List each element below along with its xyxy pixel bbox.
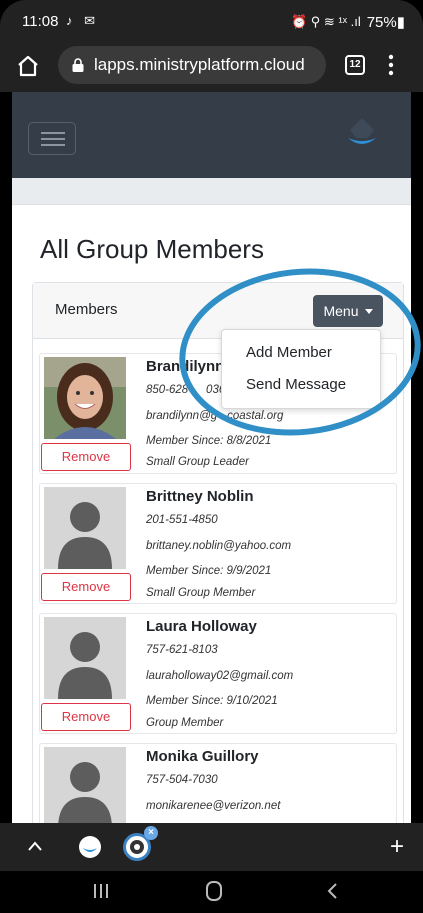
member-role: Small Group Leader <box>146 456 249 468</box>
home-icon[interactable] <box>16 54 40 78</box>
member-phone: 757-621-8103 <box>146 644 218 656</box>
member-card: Remove Laura Holloway 757-621-8103 laura… <box>39 613 397 734</box>
card-title: Members <box>55 301 118 318</box>
member-photo <box>44 747 126 823</box>
close-tab-icon[interactable]: × <box>144 826 158 840</box>
system-nav-bar <box>0 871 423 913</box>
add-member-menu-item[interactable]: Add Member <box>246 344 332 361</box>
avatar-placeholder-icon <box>44 747 126 823</box>
page-title: All Group Members <box>40 234 264 264</box>
more-options-icon[interactable] <box>388 54 394 76</box>
member-name: Laura Holloway <box>146 618 257 635</box>
member-card: Monika Guillory 757-504-7030 monikarenee… <box>39 743 397 823</box>
member-phone: 201-551-4850 <box>146 514 218 526</box>
member-photo <box>44 617 126 699</box>
member-email-end: coastal.org <box>227 410 284 422</box>
member-since: Member Since: 9/10/2021 <box>146 695 278 707</box>
tab-switcher-button[interactable]: 12 <box>345 55 365 75</box>
member-role: Group Member <box>146 717 224 729</box>
member-since: Member Since: 8/8/2021 <box>146 435 272 447</box>
brand-logo-icon <box>348 118 376 144</box>
member-card: Remove Brittney Noblin 201-551-4850 brit… <box>39 483 397 604</box>
new-tab-icon[interactable]: + <box>390 833 404 861</box>
member-email: brandilynn@g coastal.org <box>146 410 283 422</box>
member-name: Monika Guillory <box>146 748 259 765</box>
chevron-up-icon[interactable] <box>28 841 42 851</box>
system-status-icons: ⏰ ⚲ ≋ ¹ˣ .ıl <box>290 14 361 29</box>
member-email: monikarenee@verizon.net <box>146 800 281 812</box>
avatar-placeholder-icon <box>44 487 126 569</box>
browser-tab-strip: × + <box>0 823 423 871</box>
site-favicon-icon <box>130 840 144 854</box>
breadcrumb-strip <box>12 178 411 205</box>
tab-thumbnail[interactable] <box>79 836 101 858</box>
member-photo <box>44 487 126 569</box>
member-photo-image <box>44 357 126 439</box>
back-nav-icon[interactable] <box>326 882 338 900</box>
caret-down-icon <box>364 308 373 314</box>
notification-icons: ♪ ✉ <box>66 13 100 28</box>
status-right-group: ⏰ ⚲ ≋ ¹ˣ .ıl 75%▮ <box>291 13 405 31</box>
member-since: Member Since: 9/9/2021 <box>146 565 272 577</box>
member-phone: 757-504-7030 <box>146 774 218 786</box>
member-name: Brittney Noblin <box>146 488 254 505</box>
url-text: lapps.ministryplatform.cloud <box>94 55 305 74</box>
menu-dropdown-button[interactable]: Menu <box>313 295 383 327</box>
member-phone: 850-628- 036 <box>146 384 225 396</box>
hamburger-line <box>41 138 65 140</box>
recent-apps-icon[interactable] <box>92 883 110 899</box>
member-phone-start: 850-628- <box>146 384 193 396</box>
remove-button[interactable]: Remove <box>41 573 131 601</box>
hamburger-line <box>41 132 65 134</box>
battery-level: 75%▮ <box>366 14 405 31</box>
member-email-start: brandilynn@g <box>146 410 218 422</box>
lock-icon <box>72 58 84 72</box>
main-content: All Group Members Members Menu Remove Br… <box>12 178 411 823</box>
phone-screen: 11:08 ♪ ✉ ⏰ ⚲ ≋ ¹ˣ .ıl 75%▮ lapps.minist… <box>0 0 423 913</box>
site-navbar <box>12 92 411 178</box>
menu-button-label: Menu <box>323 303 359 319</box>
member-photo <box>44 357 126 439</box>
menu-dropdown: Add Member Send Message <box>221 329 381 409</box>
member-email: brittaney.noblin@yahoo.com <box>146 540 292 552</box>
status-time: 11:08 <box>22 13 59 30</box>
hamburger-line <box>41 144 65 146</box>
member-role: Small Group Member <box>146 587 256 599</box>
hamburger-menu-button[interactable] <box>28 122 76 155</box>
browser-toolbar: lapps.ministryplatform.cloud 12 <box>0 40 423 92</box>
remove-button[interactable]: Remove <box>41 443 131 471</box>
send-message-menu-item[interactable]: Send Message <box>246 376 346 393</box>
member-name: Brandilynn <box>146 358 225 375</box>
site-favicon-icon <box>83 848 97 852</box>
address-bar[interactable]: lapps.ministryplatform.cloud <box>58 46 326 84</box>
status-bar: 11:08 ♪ ✉ ⏰ ⚲ ≋ ¹ˣ .ıl 75%▮ <box>0 0 423 40</box>
avatar-placeholder-icon <box>44 617 126 699</box>
home-nav-icon[interactable] <box>206 881 222 901</box>
member-email: lauraholloway02@gmail.com <box>146 670 294 682</box>
remove-button[interactable]: Remove <box>41 703 131 731</box>
